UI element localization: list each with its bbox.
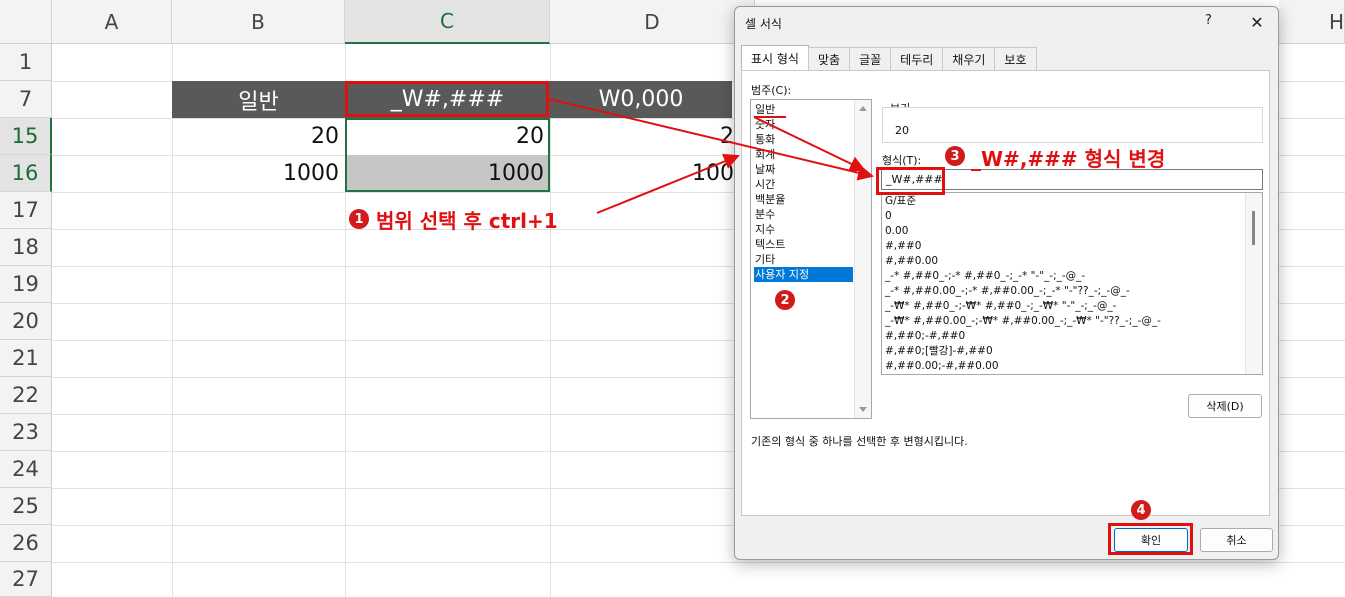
annotation-arrows	[548, 98, 874, 214]
arrow-general-to-format	[753, 116, 866, 172]
arrow-c7-to-format	[548, 98, 874, 181]
excel-window: A B C D H 1 7 15 16 17 18 19 20 21 22 23…	[0, 0, 1345, 597]
arrow-step1-to-dialog	[596, 153, 740, 214]
